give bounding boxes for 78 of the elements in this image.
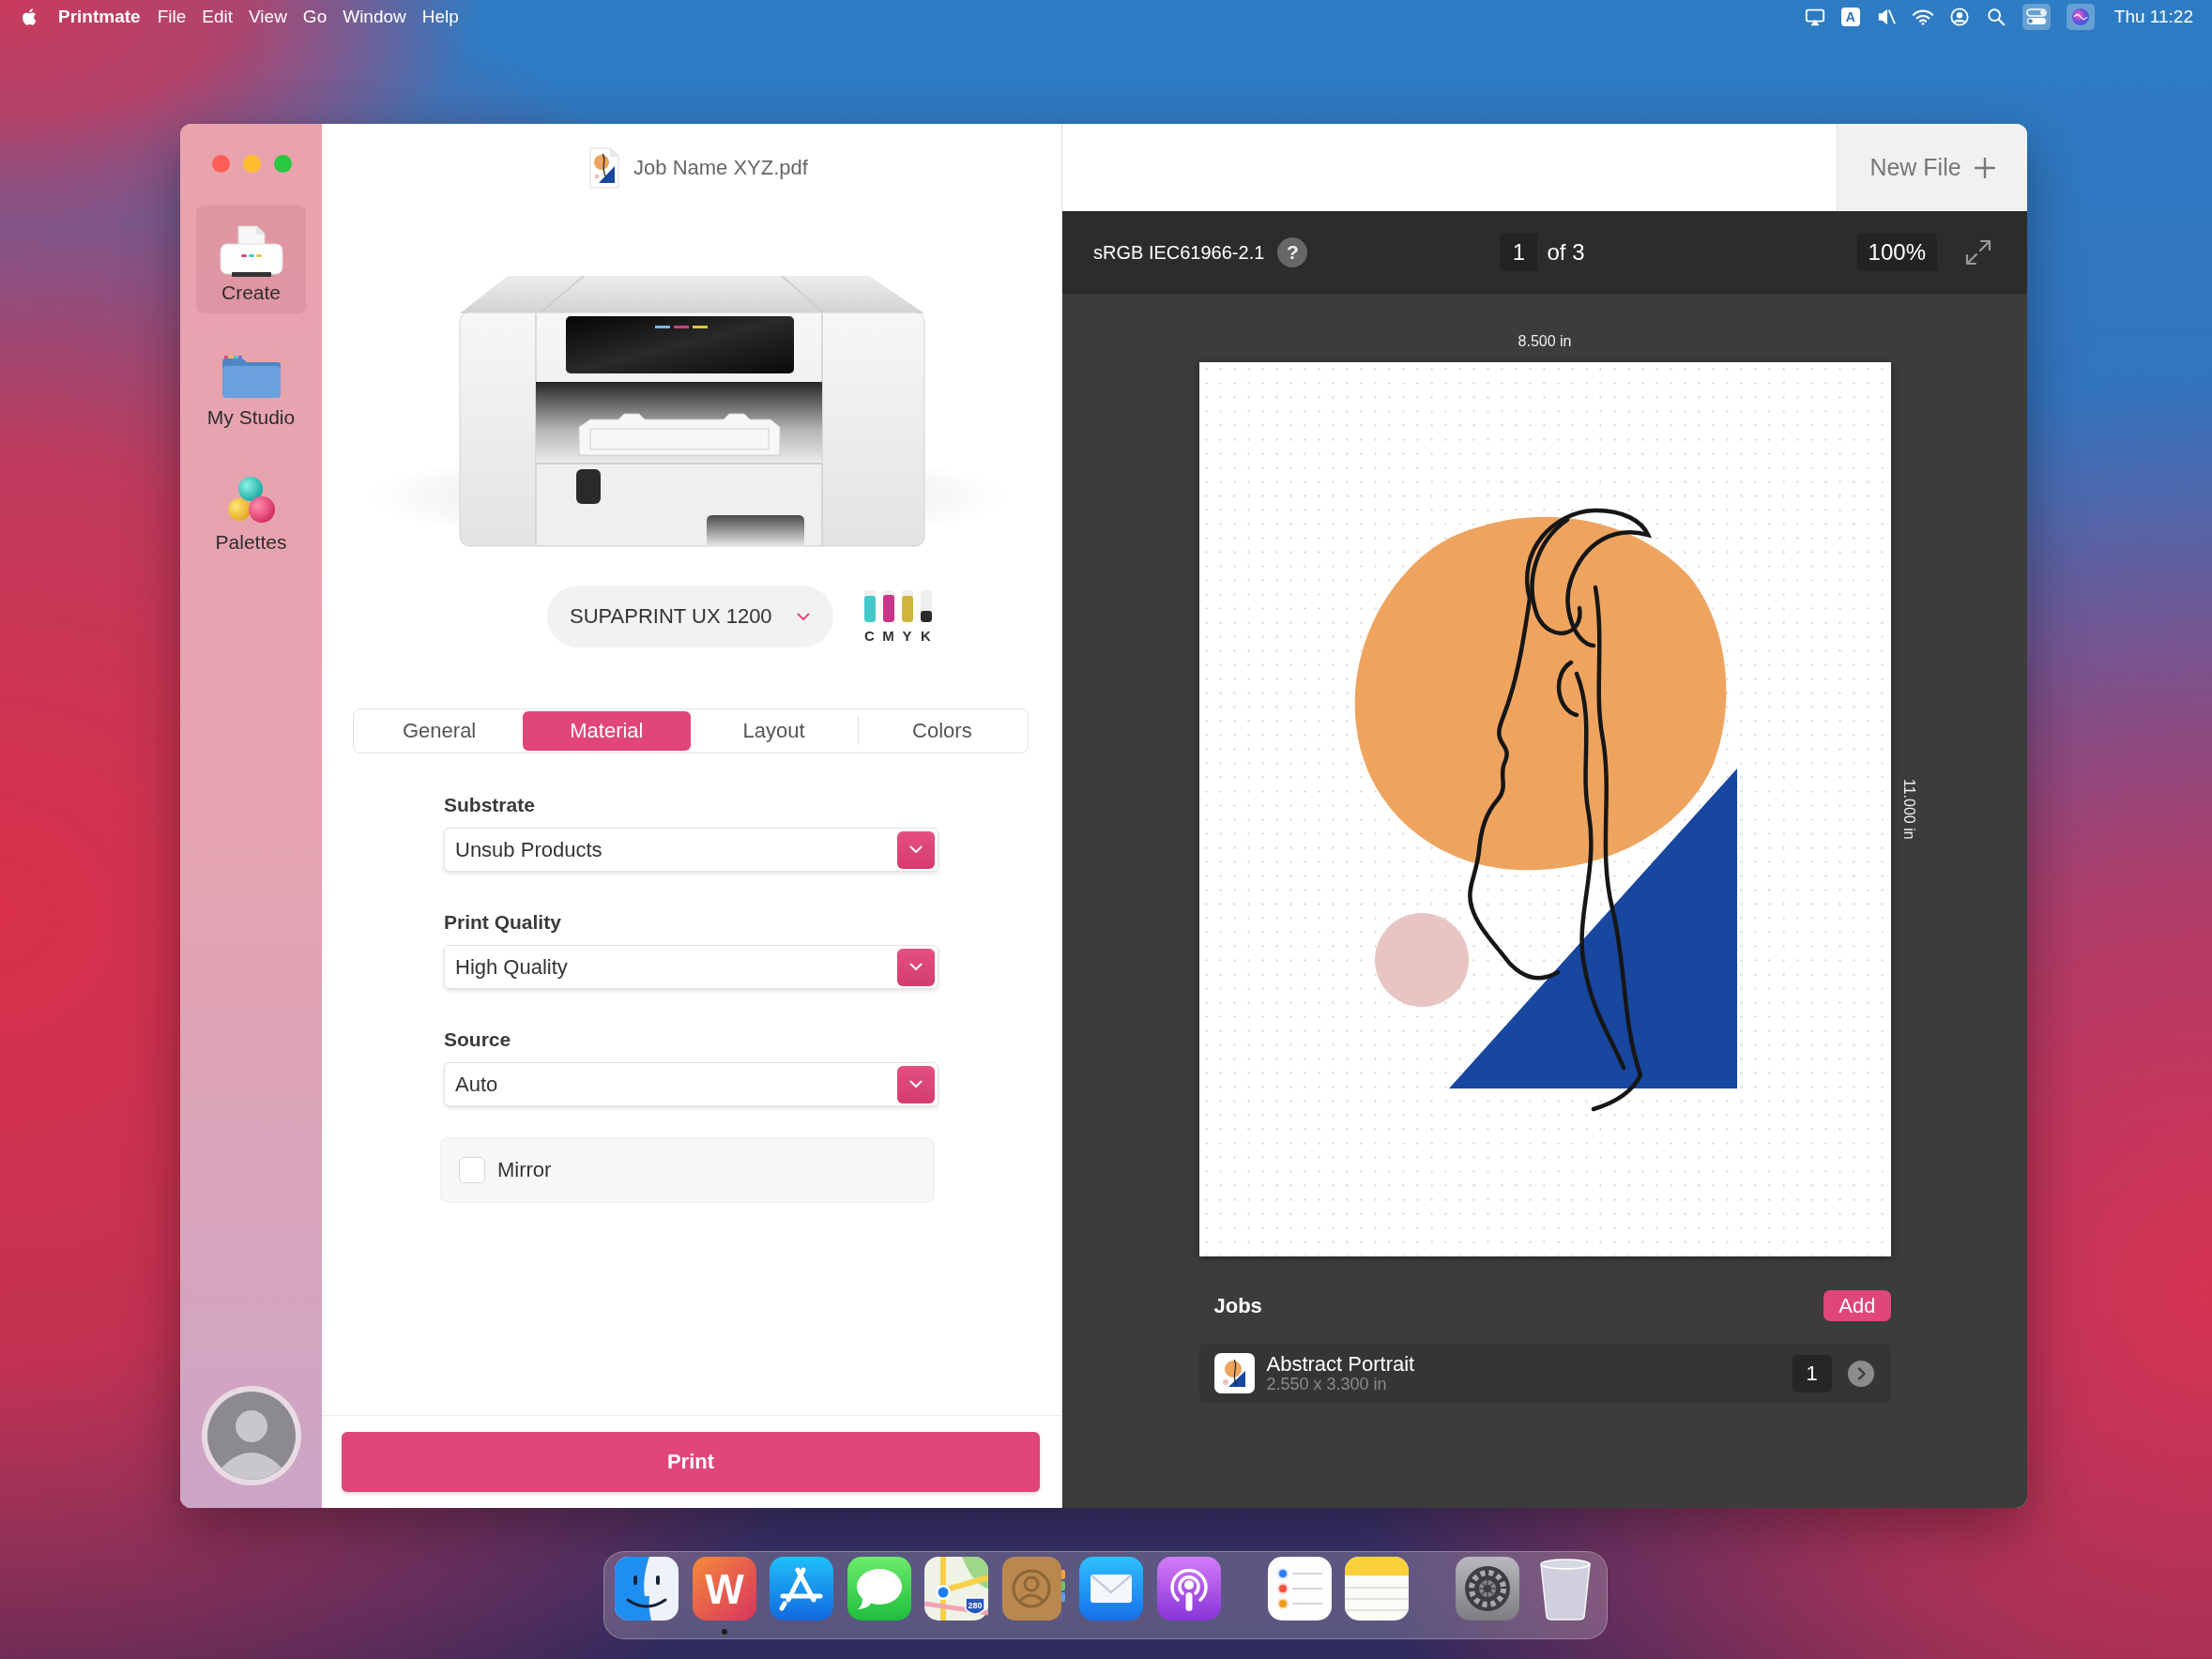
help-button[interactable]: ? [1277,237,1308,267]
page-number-field[interactable]: 1 [1500,234,1538,271]
checklist-icon[interactable] [1267,1557,1332,1621]
job-row[interactable]: Abstract Portrait 2.550 x 3.300 in 1 [1198,1344,1891,1403]
tab[interactable]: General [356,711,524,751]
job-name: Abstract Portrait [1266,1352,1416,1376]
contact-book-icon[interactable] [1001,1557,1066,1621]
menu-bar-clock[interactable]: Thu 11:22 [2113,7,2193,27]
dropdown-button[interactable] [897,830,935,869]
envelope-icon[interactable] [1079,1557,1143,1621]
ink-label: K [921,628,931,644]
speech-bubble-icon[interactable] [847,1557,911,1621]
plus-icon [1974,157,1995,178]
menu-item[interactable]: Window [343,7,406,27]
job-size: 2.550 x 3.300 in [1266,1375,1388,1394]
width-dimension-label: 8.500 in [1518,333,1572,350]
artwork-thumbnail-icon [1213,1353,1255,1393]
sidebar-item[interactable]: Palettes [196,455,306,563]
new-file-button[interactable]: New File [1837,124,2027,211]
menu-item[interactable]: File [157,7,187,27]
user-icon[interactable] [1948,8,1970,26]
page-count-label: of 3 [1547,239,1585,266]
tab[interactable]: Colors [858,711,1026,751]
printer-icon [217,225,285,278]
ink-label: Y [902,628,912,644]
document-title: Job Name XYZ.pdf [633,155,808,180]
zoom-field[interactable]: 100% [1856,234,1937,271]
gear-icon[interactable] [1456,1557,1519,1621]
ink-label: M [882,628,894,644]
add-button[interactable]: Add [1823,1290,1891,1321]
dropdown-field[interactable]: Auto [444,1062,938,1106]
checkbox-label: Mirror [497,1158,552,1182]
menu-item[interactable]: View [249,7,287,27]
chevron-right-icon[interactable] [1847,1360,1874,1387]
w-logo-icon[interactable]: W [692,1557,756,1621]
brush-ruler-icon[interactable] [770,1557,833,1621]
document-icon [588,145,621,190]
menu-item[interactable]: Help [421,7,459,27]
wifi-icon[interactable] [1912,8,1933,26]
tab[interactable]: Layout [690,711,858,751]
broadcast-icon[interactable] [1156,1557,1221,1621]
menu-item[interactable]: Go [302,7,328,27]
color-profile-label: sRGB IEC61966-2.1 [1093,241,1265,264]
sidebar-item[interactable]: My Studio [196,330,306,438]
ink-label: C [864,628,875,644]
field-label: Print Quality [444,911,561,934]
chevron-down-icon [796,612,810,621]
chevron-down-icon [909,1080,923,1088]
dropdown-button[interactable] [897,948,935,986]
smiling-face-icon[interactable] [615,1557,679,1621]
chevron-down-icon [909,845,923,854]
dropdown-button[interactable] [897,1065,935,1103]
printer-select[interactable]: SUPAPRINT UX 1200 [547,586,833,647]
sidebar-item[interactable]: Create [196,205,306,313]
field-label: Source [444,1028,511,1051]
expand-icon[interactable] [1965,239,1991,266]
map-icon[interactable]: 280 [924,1557,988,1621]
dropdown-field[interactable]: Unsub Products [444,828,938,872]
height-dimension-label: 11.000 in [1899,779,1918,840]
menu-item[interactable]: Edit [202,7,233,27]
siri-icon[interactable] [2066,4,2095,30]
field-label: Substrate [444,794,535,816]
jobs-heading: Jobs [1213,1293,1262,1318]
input-source-indicator[interactable]: A [1840,8,1860,26]
tab[interactable]: Material [523,711,691,751]
notepad-icon[interactable] [1345,1557,1409,1621]
control-center-icon[interactable] [2021,4,2051,30]
menu-item[interactable]: Printmate [58,7,141,27]
dropdown-field[interactable]: High Quality [444,945,938,989]
copies-field[interactable]: 1 [1792,1354,1832,1393]
folder-icon [221,354,282,399]
print-button[interactable]: Print [342,1432,1040,1492]
user-avatar[interactable] [200,1385,302,1486]
screen-mirroring-icon[interactable] [1804,8,1825,26]
chevron-down-icon [909,963,923,971]
search-icon[interactable] [1985,8,2006,26]
apple-logo-icon[interactable] [21,7,38,27]
mirror-checkbox[interactable] [459,1157,485,1183]
